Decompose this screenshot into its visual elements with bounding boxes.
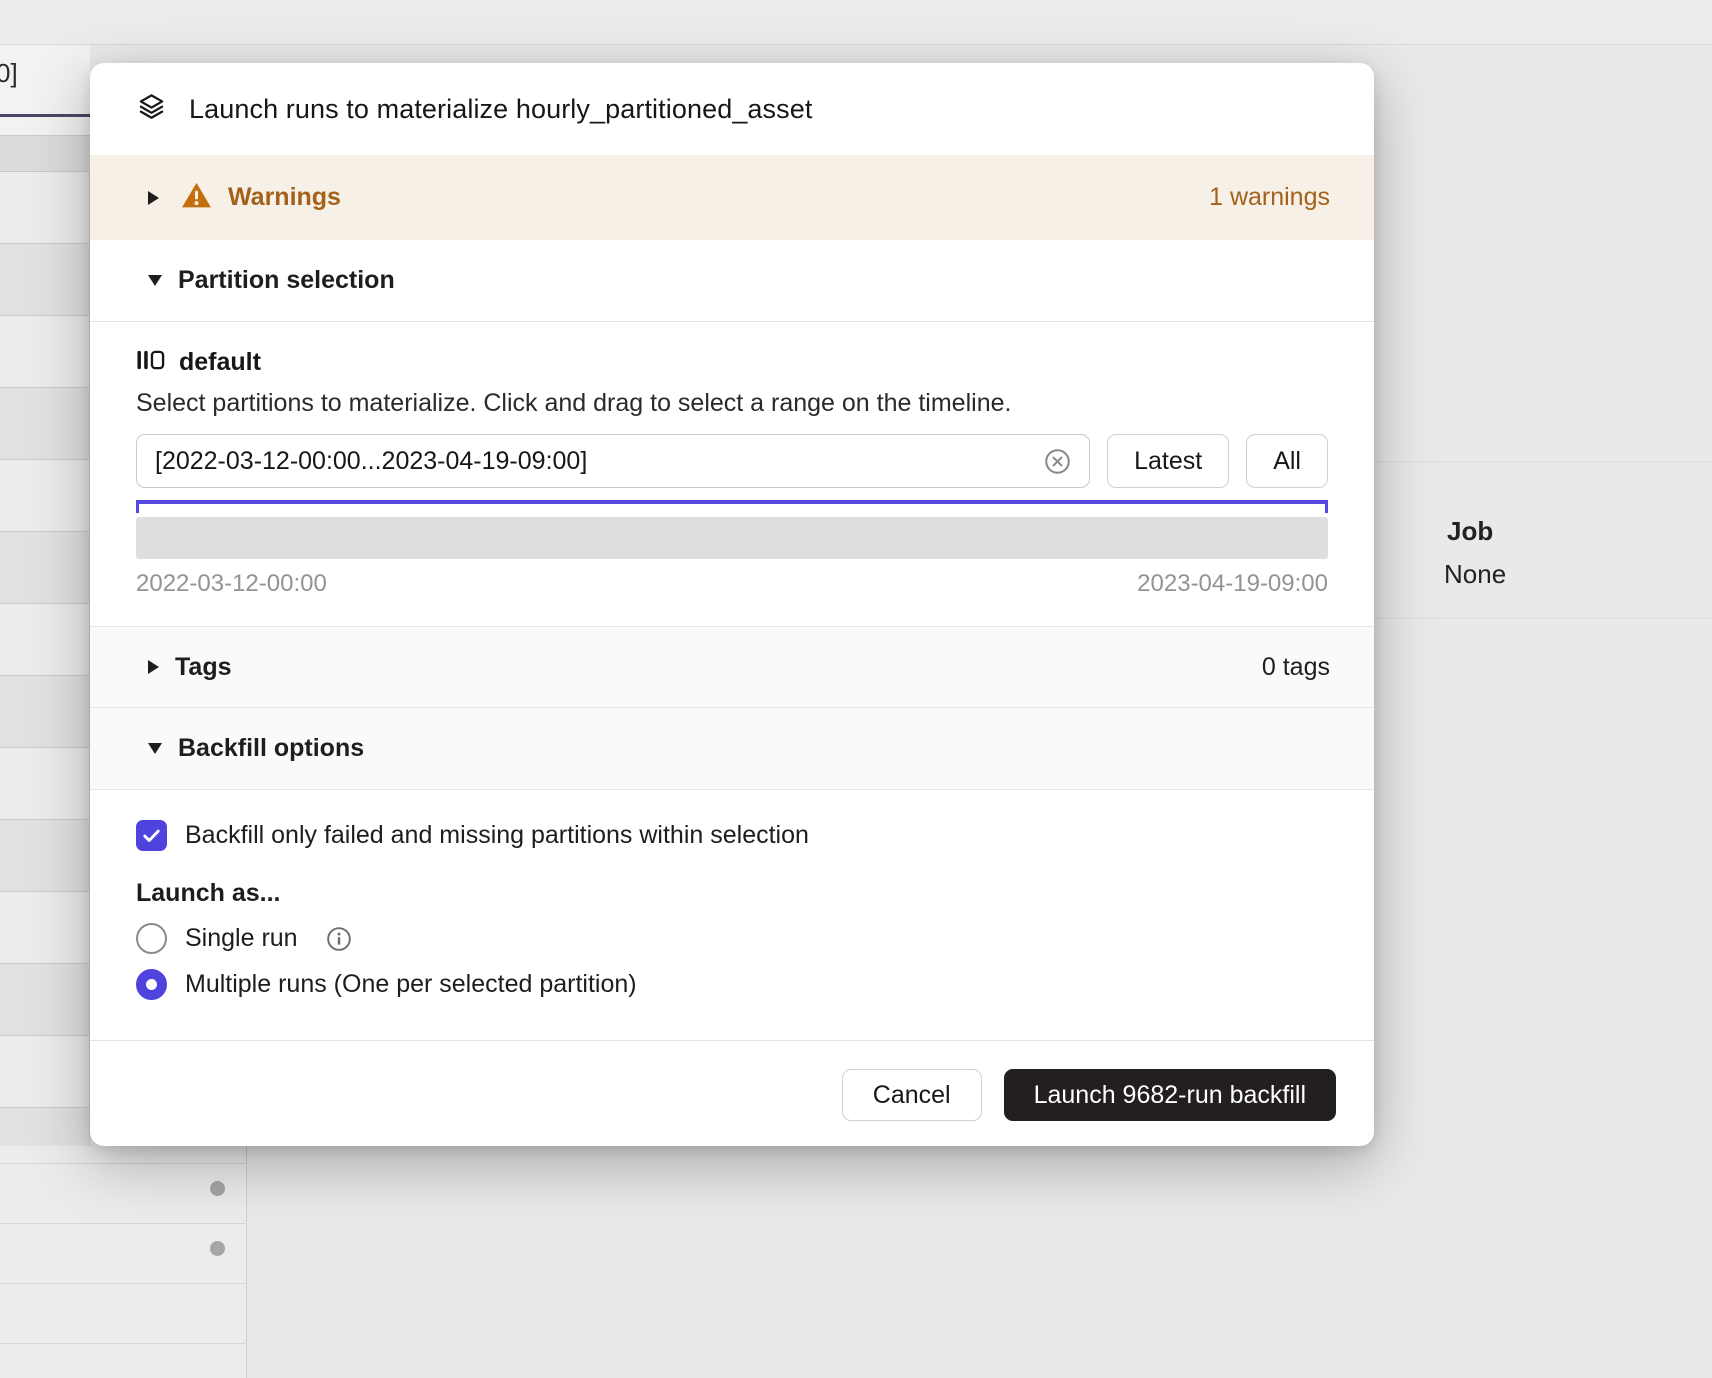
background-row-line	[0, 1223, 247, 1224]
background-row-line	[1374, 461, 1712, 462]
partition-dimension-name: default	[179, 348, 261, 377]
partition-range-input[interactable]: [2022-03-12-00:00...2023-04-19-09:00]	[136, 434, 1090, 488]
radio-selected-icon[interactable]	[136, 969, 167, 1000]
background-job-column-header: Job	[1447, 516, 1493, 547]
partition-input-row: [2022-03-12-00:00...2023-04-19-09:00] La…	[136, 434, 1328, 488]
partition-selection-description: Select partitions to materialize. Click …	[136, 389, 1328, 418]
info-icon[interactable]	[326, 926, 352, 952]
dialog-header: Launch runs to materialize hourly_partit…	[90, 63, 1374, 155]
chevron-down-icon	[148, 743, 162, 754]
backfill-options-content: Backfill only failed and missing partiti…	[90, 790, 1374, 1040]
latest-button[interactable]: Latest	[1107, 434, 1229, 488]
timeline-labels: 2022-03-12-00:00 2023-04-19-09:00	[136, 570, 1328, 598]
chevron-right-icon	[148, 660, 159, 674]
all-button[interactable]: All	[1246, 434, 1328, 488]
background-top-band	[0, 0, 1712, 45]
partition-selection-header: Partition selection	[178, 266, 395, 295]
timeline-start-label: 2022-03-12-00:00	[136, 570, 327, 598]
launch-backfill-button[interactable]: Launch 9682-run backfill	[1004, 1069, 1336, 1121]
dialog-title: Launch runs to materialize hourly_partit…	[189, 94, 812, 125]
checkbox-label: Backfill only failed and missing partiti…	[185, 821, 809, 850]
partition-dimension-row: default	[136, 348, 1328, 377]
timeline-selection-range	[136, 500, 1328, 504]
background-row-line	[0, 1163, 247, 1164]
background-job-column-value: None	[1444, 559, 1506, 590]
warnings-section-toggle[interactable]: Warnings 1 warnings	[90, 155, 1374, 240]
chevron-down-icon	[148, 275, 162, 286]
background-row-line	[0, 1343, 247, 1344]
partition-selection-content: default Select partitions to materialize…	[90, 322, 1374, 626]
checkbox-checked-icon[interactable]	[136, 820, 167, 851]
materialize-icon	[136, 91, 167, 127]
background-band	[0, 135, 90, 172]
clear-input-icon[interactable]	[1044, 448, 1071, 475]
chevron-right-icon	[148, 191, 159, 205]
warnings-label: Warnings	[228, 183, 341, 212]
multiple-runs-label: Multiple runs (One per selected partitio…	[185, 970, 637, 999]
timeline-end-label: 2023-04-19-09:00	[1137, 570, 1328, 598]
timeline-partition-bar[interactable]	[136, 517, 1328, 559]
partition-selection-toggle[interactable]: Partition selection	[90, 240, 1374, 322]
backfill-failed-missing-checkbox-row[interactable]: Backfill only failed and missing partiti…	[136, 820, 1328, 851]
background-status-dot	[210, 1241, 225, 1256]
launch-backfill-dialog: Launch runs to materialize hourly_partit…	[90, 63, 1374, 1146]
multiple-runs-radio-row[interactable]: Multiple runs (One per selected partitio…	[136, 969, 1328, 1000]
radio-unselected-icon[interactable]	[136, 923, 167, 954]
cancel-button[interactable]: Cancel	[842, 1069, 982, 1121]
single-run-label: Single run	[185, 924, 298, 953]
backfill-options-header: Backfill options	[178, 734, 364, 763]
background-table-panel	[0, 1146, 247, 1378]
background-status-dot	[210, 1181, 225, 1196]
warnings-count: 1 warnings	[1209, 183, 1330, 212]
warning-icon	[181, 180, 212, 216]
partition-icon	[136, 348, 165, 377]
backfill-options-toggle[interactable]: Backfill options	[90, 708, 1374, 790]
background-row-line	[1374, 618, 1712, 619]
tags-count: 0 tags	[1262, 653, 1330, 682]
background-divider	[0, 114, 90, 117]
single-run-radio-row[interactable]: Single run	[136, 923, 1328, 954]
launch-as-label: Launch as...	[136, 879, 1328, 908]
partition-range-value: [2022-03-12-00:00...2023-04-19-09:00]	[155, 447, 1044, 476]
dialog-footer: Cancel Launch 9682-run backfill	[90, 1040, 1374, 1146]
background-row-line	[0, 1283, 247, 1284]
partition-timeline[interactable]	[136, 500, 1328, 559]
background-table-rows	[0, 172, 90, 1146]
tags-header: Tags	[175, 653, 232, 682]
background-text-fragment: 0]	[0, 58, 18, 89]
tags-section-toggle[interactable]: Tags 0 tags	[90, 626, 1374, 708]
